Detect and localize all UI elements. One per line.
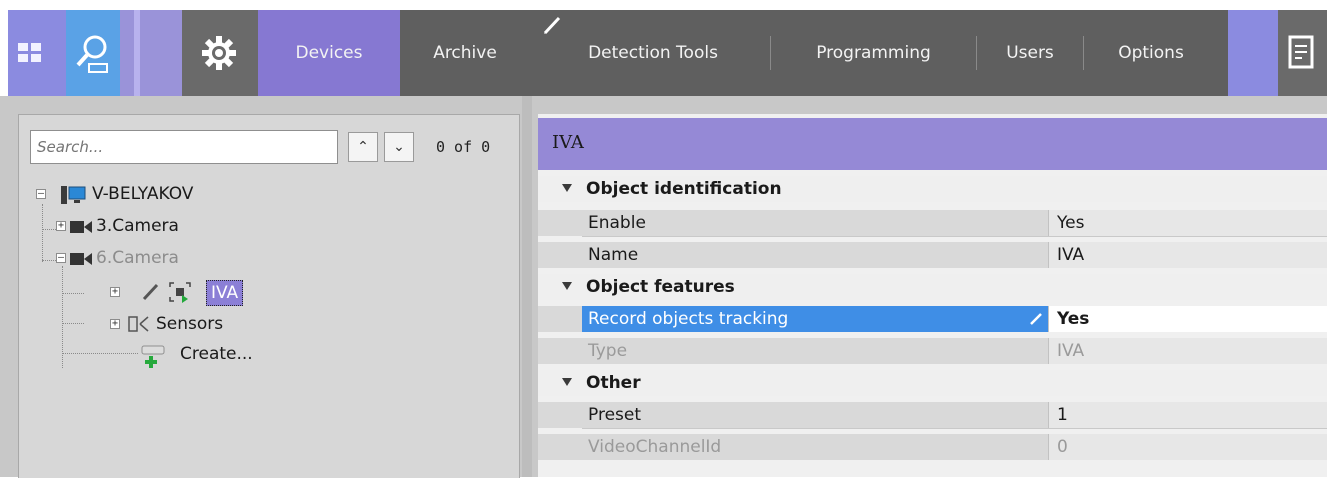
search-archive-icon [76, 35, 108, 73]
property-row-name[interactable]: Name IVA [538, 242, 1327, 268]
chevron-down-icon: ⌄ [393, 139, 405, 155]
property-row-enable[interactable]: Enable Yes [538, 210, 1327, 236]
tab-programming[interactable]: Programming [771, 10, 976, 96]
pencil-icon [543, 16, 561, 35]
property-row-preset[interactable]: Preset 1 [538, 402, 1327, 428]
sensors-icon [128, 316, 149, 332]
tab-options[interactable]: Options [1084, 10, 1218, 96]
property-value[interactable]: 1 [1048, 402, 1327, 428]
category-label: Object identification [586, 179, 782, 199]
pencil-icon [142, 283, 159, 301]
expand-toggle-icon[interactable]: + [110, 287, 120, 297]
category-other[interactable]: Other [538, 370, 1327, 396]
search-archive-button[interactable] [66, 10, 120, 96]
property-name: Preset [588, 405, 642, 425]
property-value[interactable]: Yes [1030, 306, 1327, 332]
row-divider [582, 236, 1327, 237]
search-result-counter: 0 of 0 [436, 138, 491, 156]
camera-icon [70, 221, 92, 233]
expand-toggle-icon[interactable]: + [110, 319, 120, 329]
properties-title: IVA [552, 132, 584, 153]
tree-label-root: V-BELYAKOV [92, 184, 194, 204]
create-add-icon [141, 345, 165, 368]
category-object-identification[interactable]: Object identification [538, 176, 1327, 202]
collapse-triangle-icon[interactable] [562, 378, 572, 386]
tree-connector [62, 353, 138, 354]
collapse-triangle-icon[interactable] [562, 184, 572, 192]
property-row-type: Type IVA [538, 338, 1327, 364]
property-value: 0 [1048, 434, 1327, 460]
category-label: Object features [586, 277, 735, 297]
tree-label-camera-3: 3.Camera [96, 216, 179, 236]
expand-toggle-icon[interactable]: + [56, 221, 66, 231]
tab-archive[interactable]: Archive [400, 10, 530, 96]
chevron-up-icon: ⌃ [357, 139, 369, 155]
tab-detection-tools[interactable]: Detection Tools [538, 10, 768, 96]
tree-label-camera-6: 6.Camera [96, 248, 179, 268]
property-name: Name [588, 245, 639, 265]
tree-connector [62, 323, 84, 324]
property-row-videochannelid: VideoChannelId 0 [538, 434, 1327, 460]
toolbar-stripe [134, 10, 140, 96]
property-value[interactable]: Yes [1048, 210, 1327, 236]
property-value[interactable]: IVA [1048, 242, 1327, 268]
report-icon [1288, 35, 1314, 69]
property-name: VideoChannelId [588, 437, 722, 457]
tab-devices[interactable]: Devices [258, 10, 400, 96]
collapse-triangle-icon[interactable] [562, 282, 572, 290]
search-input[interactable] [30, 130, 338, 164]
search-prev-button[interactable]: ⌃ [348, 132, 378, 162]
server-computer-icon [61, 186, 86, 204]
category-label: Other [586, 373, 641, 393]
gear-icon [202, 36, 236, 70]
tree-label-iva: IVA [206, 280, 244, 306]
properties-header: IVA [538, 118, 1327, 170]
row-divider [582, 428, 1327, 429]
collapse-toggle-icon[interactable]: – [56, 253, 66, 263]
property-value: IVA [1048, 338, 1327, 364]
tab-users[interactable]: Users [977, 10, 1083, 96]
search-next-button[interactable]: ⌄ [384, 132, 414, 162]
property-value-text: Yes [1057, 309, 1090, 329]
property-name: Enable [588, 213, 646, 233]
device-tree-panel [18, 114, 520, 478]
panel-splitter[interactable] [522, 96, 532, 477]
collapse-toggle-icon[interactable]: – [36, 189, 46, 199]
layout-grid-button[interactable] [8, 10, 66, 96]
tree-connector [62, 293, 84, 294]
edit-pencil-icon [1030, 313, 1042, 325]
tree-connector [42, 204, 43, 262]
tree-label-create: Create... [180, 344, 253, 364]
report-button[interactable] [1278, 10, 1327, 96]
toolbar-spacer-right [1228, 10, 1278, 96]
main-toolbar: Devices Archive Detection Tools Programm… [8, 10, 1327, 96]
tree-label-sensors: Sensors [156, 314, 224, 334]
property-row-record-objects-tracking[interactable]: Record objects tracking Yes [538, 306, 1327, 332]
property-name: Type [588, 341, 628, 361]
object-tracking-icon [169, 282, 191, 303]
toolbar-spacer [120, 10, 182, 96]
category-object-features[interactable]: Object features [538, 274, 1327, 300]
property-name: Record objects tracking [582, 306, 1048, 332]
settings-button[interactable] [182, 10, 258, 96]
camera-icon [70, 253, 92, 265]
